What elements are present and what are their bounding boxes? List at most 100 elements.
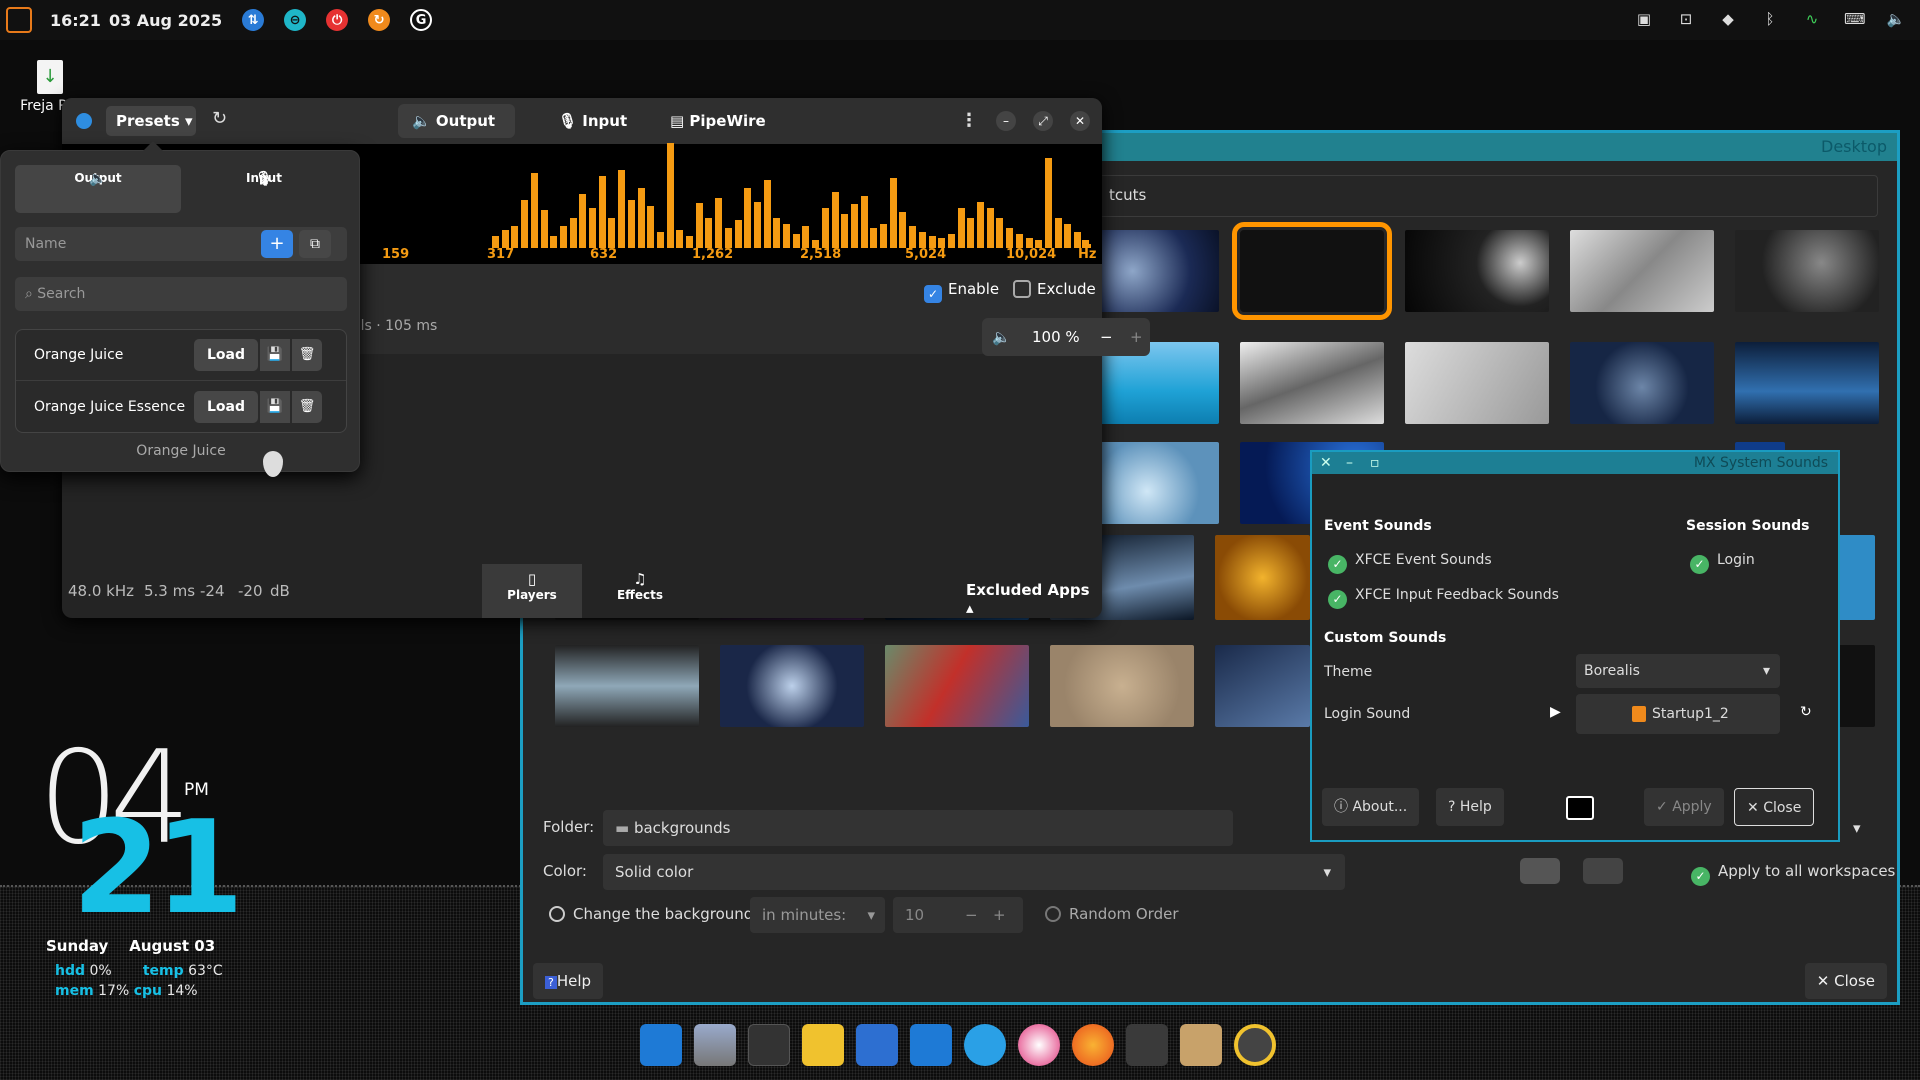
power-icon[interactable]: ⏻ bbox=[326, 9, 349, 31]
plus-icon[interactable]: + bbox=[993, 897, 1006, 933]
clock-time[interactable]: 16:21 bbox=[50, 11, 101, 30]
folder-icon[interactable] bbox=[910, 1024, 952, 1066]
excluded-apps-button[interactable]: Excluded Apps ▴ bbox=[966, 581, 1102, 617]
keyboard-icon[interactable]: ⌨ bbox=[1844, 9, 1866, 29]
tab-shortcuts[interactable]: tcuts bbox=[1109, 186, 1146, 204]
help-button[interactable]: ? Help bbox=[533, 963, 604, 999]
tab-output[interactable]: 🔈 Output bbox=[398, 104, 516, 138]
tab-players[interactable]: ▯ Players bbox=[482, 564, 582, 618]
interval-select[interactable]: in minutes: ▾ bbox=[750, 897, 885, 933]
wallpaper-thumb[interactable] bbox=[1835, 535, 1875, 620]
color-select[interactable]: Solid color ▾ bbox=[603, 854, 1345, 890]
volume-plus-icon[interactable]: + bbox=[1130, 318, 1143, 356]
app-menu-icon[interactable] bbox=[6, 7, 32, 33]
add-preset-button[interactable]: + bbox=[261, 230, 293, 258]
speaker-icon[interactable]: 🔈 bbox=[992, 318, 1011, 356]
load-button[interactable]: Load bbox=[194, 339, 258, 371]
volume-icon[interactable]: 🔈 bbox=[1886, 9, 1906, 29]
import-preset-icon[interactable]: ⧉ bbox=[299, 230, 331, 258]
shield-icon[interactable]: ◆ bbox=[1718, 9, 1738, 29]
notes-icon[interactable] bbox=[802, 1024, 844, 1066]
apply-all-workspaces[interactable]: ✓ Apply to all workspaces bbox=[1691, 862, 1895, 886]
xfce-event-sounds-toggle[interactable]: ✓ XFCE Event Sounds bbox=[1328, 552, 1492, 574]
easyeffects-icon[interactable] bbox=[964, 1024, 1006, 1066]
volume-value[interactable]: 100 % bbox=[1032, 318, 1080, 356]
wallpaper-thumb[interactable] bbox=[1050, 645, 1194, 727]
software-center-icon[interactable] bbox=[1018, 1024, 1060, 1066]
package-installer-icon[interactable] bbox=[1180, 1024, 1222, 1066]
reset-icon[interactable]: ↻ bbox=[1800, 704, 1812, 720]
minimize-icon[interactable]: – bbox=[1346, 452, 1353, 474]
load-button[interactable]: Load bbox=[194, 391, 258, 423]
wallpaper-thumb[interactable] bbox=[1405, 230, 1549, 312]
xfce-input-feedback-toggle[interactable]: ✓ XFCE Input Feedback Sounds bbox=[1328, 587, 1559, 609]
wallpaper-thumb[interactable] bbox=[1835, 645, 1875, 727]
chevron-down-icon[interactable]: ▾ bbox=[1853, 819, 1861, 837]
apply-button[interactable]: ✓ Apply bbox=[1644, 788, 1724, 826]
bluetooth-icon[interactable]: ᛒ bbox=[1760, 9, 1780, 29]
folder-select[interactable]: ▬ backgrounds bbox=[603, 810, 1233, 846]
display-icon[interactable]: ⊡ bbox=[1676, 9, 1696, 29]
volume-minus-icon[interactable]: − bbox=[1100, 318, 1113, 356]
refresh-icon[interactable]: ↻ bbox=[212, 108, 227, 129]
preset-seg-input[interactable]: 🎙 Input bbox=[181, 165, 347, 213]
preset-seg-output[interactable]: 🔈 Output bbox=[15, 165, 181, 213]
clipboard-icon[interactable]: ▣ bbox=[1634, 9, 1654, 29]
random-order-toggle[interactable]: Random Order bbox=[1045, 905, 1179, 923]
update-icon[interactable]: ↻ bbox=[368, 9, 391, 31]
tab-pipewire[interactable]: ▤ PipeWire bbox=[656, 104, 786, 138]
list-item[interactable]: Orange Juice Load 💾 🗑 bbox=[16, 330, 346, 381]
preset-name-input[interactable]: Name + ⧉ bbox=[15, 227, 347, 261]
menu-icon[interactable]: ⋮ bbox=[960, 110, 978, 131]
color-swatch-2[interactable] bbox=[1583, 858, 1623, 884]
close-icon[interactable]: ✕ bbox=[1320, 452, 1332, 474]
activity-icon[interactable]: ∿ bbox=[1802, 9, 1822, 29]
wallpaper-thumb[interactable] bbox=[1570, 342, 1714, 424]
change-background-toggle[interactable]: Change the background bbox=[549, 905, 753, 923]
about-button[interactable]: ⓘ About... bbox=[1322, 788, 1420, 826]
wallpaper-thumb-selected[interactable] bbox=[1232, 222, 1392, 320]
delete-icon[interactable]: 🗑 bbox=[292, 339, 322, 371]
calculator-icon[interactable] bbox=[856, 1024, 898, 1066]
minus-icon[interactable]: − bbox=[965, 897, 978, 933]
tab-input[interactable]: 🎙 Input bbox=[544, 104, 647, 138]
wallpaper-thumb[interactable] bbox=[1735, 230, 1879, 312]
file-manager-icon[interactable] bbox=[694, 1024, 736, 1066]
enable-checkbox[interactable]: ✓ Enable bbox=[924, 280, 999, 303]
google-icon[interactable]: G bbox=[410, 9, 433, 31]
close-button[interactable]: ✕ Close bbox=[1734, 788, 1815, 826]
wallpaper-thumb[interactable] bbox=[1240, 342, 1384, 424]
wallpaper-thumb[interactable] bbox=[1735, 342, 1879, 424]
list-item[interactable]: Orange Juice Essence Load 💾 🗑 bbox=[16, 382, 346, 433]
delete-icon[interactable]: 🗑 bbox=[292, 391, 322, 423]
theme-select[interactable]: Borealis ▾ bbox=[1576, 654, 1780, 688]
close-button[interactable]: ✕ Close bbox=[1804, 963, 1887, 999]
firefox-icon[interactable] bbox=[1072, 1024, 1114, 1066]
login-sound-file[interactable]: Startup1_2 bbox=[1576, 694, 1780, 734]
save-icon[interactable]: 💾 bbox=[260, 339, 290, 371]
wallpaper-thumb[interactable] bbox=[555, 645, 699, 727]
play-icon[interactable]: ▶ bbox=[1550, 704, 1561, 720]
wallpaper-thumb[interactable] bbox=[1215, 535, 1310, 620]
interval-spinner[interactable]: 10 − + bbox=[893, 897, 1023, 933]
network-transfer-icon[interactable]: ⇅ bbox=[242, 9, 265, 31]
mx-sounds-titlebar[interactable]: ✕ – ▫ MX System Sounds bbox=[1312, 452, 1838, 474]
login-sound-toggle[interactable]: ✓ Login bbox=[1690, 552, 1755, 574]
maximize-icon[interactable]: ⤢ bbox=[1033, 111, 1053, 131]
minimize-icon[interactable]: – bbox=[996, 111, 1016, 131]
terminal-icon[interactable] bbox=[748, 1024, 790, 1066]
maximize-icon[interactable]: ▫ bbox=[1370, 452, 1380, 474]
volume-control[interactable]: 🔈 100 % − + bbox=[982, 318, 1150, 356]
wallpaper-thumb[interactable] bbox=[1215, 645, 1310, 727]
wallpaper-thumb[interactable] bbox=[885, 645, 1029, 727]
close-icon[interactable]: ✕ bbox=[1070, 111, 1090, 131]
display-icon[interactable] bbox=[1126, 1024, 1168, 1066]
presets-button[interactable]: Presets ▾ bbox=[106, 106, 196, 136]
clock-date[interactable]: 03 Aug 2025 bbox=[109, 11, 222, 30]
wallpaper-thumb[interactable] bbox=[1405, 342, 1549, 424]
color-swatch-1[interactable] bbox=[1520, 858, 1560, 884]
toggle-icon[interactable]: ⊖ bbox=[284, 9, 307, 31]
tab-effects[interactable]: ♫ Effects bbox=[590, 564, 690, 618]
files-icon[interactable] bbox=[640, 1024, 682, 1066]
wallpaper-thumb[interactable] bbox=[1570, 230, 1714, 312]
